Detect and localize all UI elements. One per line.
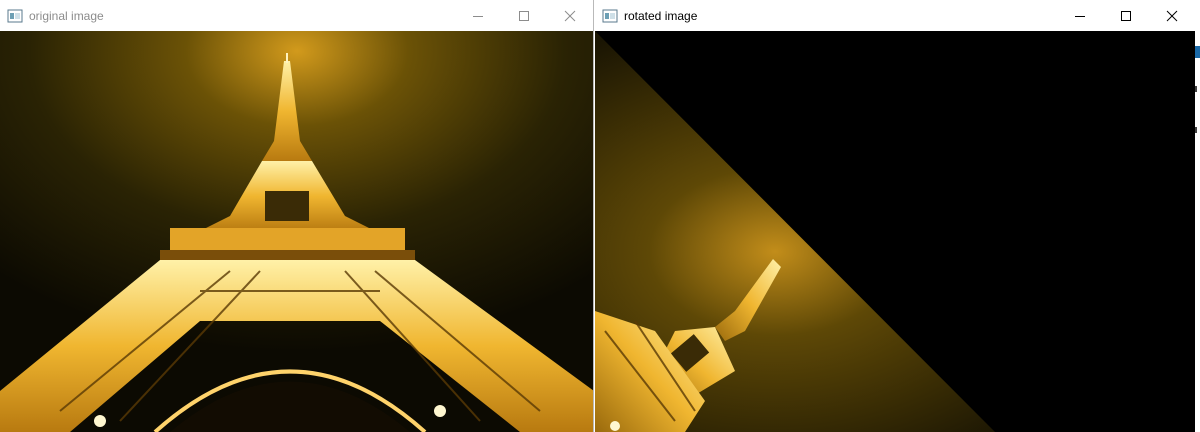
background-window-fragment bbox=[1195, 127, 1197, 133]
rotated-eiffel-tower-photo bbox=[595, 31, 1195, 432]
close-button[interactable] bbox=[547, 0, 593, 31]
minimize-button[interactable] bbox=[455, 0, 501, 31]
opencv-window-icon bbox=[7, 8, 23, 24]
minimize-icon bbox=[1075, 15, 1085, 17]
image-canvas bbox=[0, 31, 593, 432]
titlebar[interactable]: original image bbox=[0, 0, 593, 31]
rotated-image-window[interactable]: rotated image bbox=[595, 0, 1195, 432]
background-window-fragment bbox=[1195, 46, 1200, 58]
maximize-icon bbox=[1121, 10, 1131, 21]
image-canvas bbox=[595, 31, 1195, 432]
maximize-icon bbox=[519, 10, 529, 21]
close-icon bbox=[1166, 10, 1178, 21]
titlebar[interactable]: rotated image bbox=[595, 0, 1195, 31]
eiffel-tower-photo bbox=[0, 31, 593, 432]
opencv-window-icon bbox=[602, 8, 618, 24]
original-image-window[interactable]: original image bbox=[0, 0, 594, 432]
close-button[interactable] bbox=[1149, 0, 1195, 31]
close-icon bbox=[564, 10, 576, 21]
window-title: original image bbox=[29, 8, 104, 23]
window-title: rotated image bbox=[624, 8, 698, 23]
minimize-icon bbox=[473, 15, 483, 17]
background-window-fragment bbox=[1195, 86, 1197, 92]
maximize-button[interactable] bbox=[501, 0, 547, 31]
background-window-edge bbox=[1195, 0, 1200, 432]
maximize-button[interactable] bbox=[1103, 0, 1149, 31]
minimize-button[interactable] bbox=[1057, 0, 1103, 31]
